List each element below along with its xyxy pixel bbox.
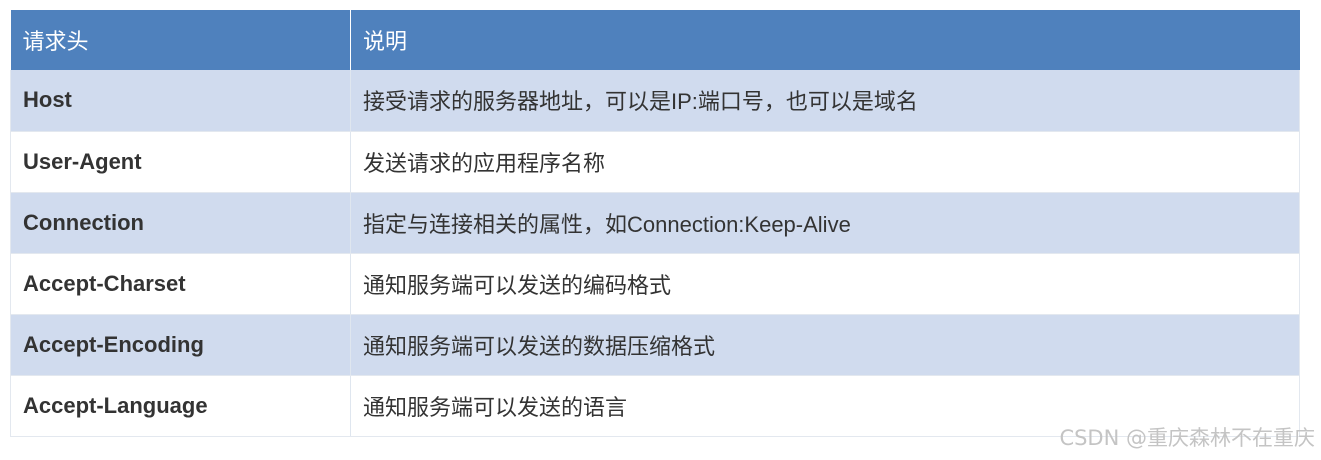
header-name-cell: User-Agent: [10, 131, 351, 193]
header-name-cell: Connection: [10, 192, 351, 254]
table-row: Connection 指定与连接相关的属性，如Connection:Keep-A…: [10, 192, 1300, 254]
table-row: Host 接受请求的服务器地址，可以是IP:端口号，也可以是域名: [10, 70, 1300, 132]
header-description-cell: 指定与连接相关的属性，如Connection:Keep-Alive: [350, 192, 1300, 254]
header-description-cell: 通知服务端可以发送的编码格式: [350, 253, 1300, 315]
column-header-description: 说明: [350, 10, 1300, 70]
header-name-cell: Host: [10, 70, 351, 132]
table-header: 请求头 说明: [10, 10, 1300, 70]
table-row: User-Agent 发送请求的应用程序名称: [10, 131, 1300, 193]
table-body: Host 接受请求的服务器地址，可以是IP:端口号，也可以是域名 User-Ag…: [10, 70, 1300, 437]
page: 请求头 说明 Host 接受请求的服务器地址，可以是IP:端口号，也可以是域名 …: [0, 0, 1321, 460]
header-description-cell: 接受请求的服务器地址，可以是IP:端口号，也可以是域名: [350, 70, 1300, 132]
header-name-cell: Accept-Encoding: [10, 314, 351, 376]
table-header-row: 请求头 说明: [10, 10, 1300, 70]
csdn-watermark: CSDN @重庆森林不在重庆: [1059, 426, 1315, 450]
request-headers-table: 请求头 说明 Host 接受请求的服务器地址，可以是IP:端口号，也可以是域名 …: [10, 10, 1300, 437]
header-description-cell: 通知服务端可以发送的数据压缩格式: [350, 314, 1300, 376]
column-header-request-header: 请求头: [10, 10, 351, 70]
table-row: Accept-Charset 通知服务端可以发送的编码格式: [10, 253, 1300, 315]
header-name-cell: Accept-Language: [10, 375, 351, 437]
table-row: Accept-Encoding 通知服务端可以发送的数据压缩格式: [10, 314, 1300, 376]
header-description-cell: 发送请求的应用程序名称: [350, 131, 1300, 193]
header-name-cell: Accept-Charset: [10, 253, 351, 315]
